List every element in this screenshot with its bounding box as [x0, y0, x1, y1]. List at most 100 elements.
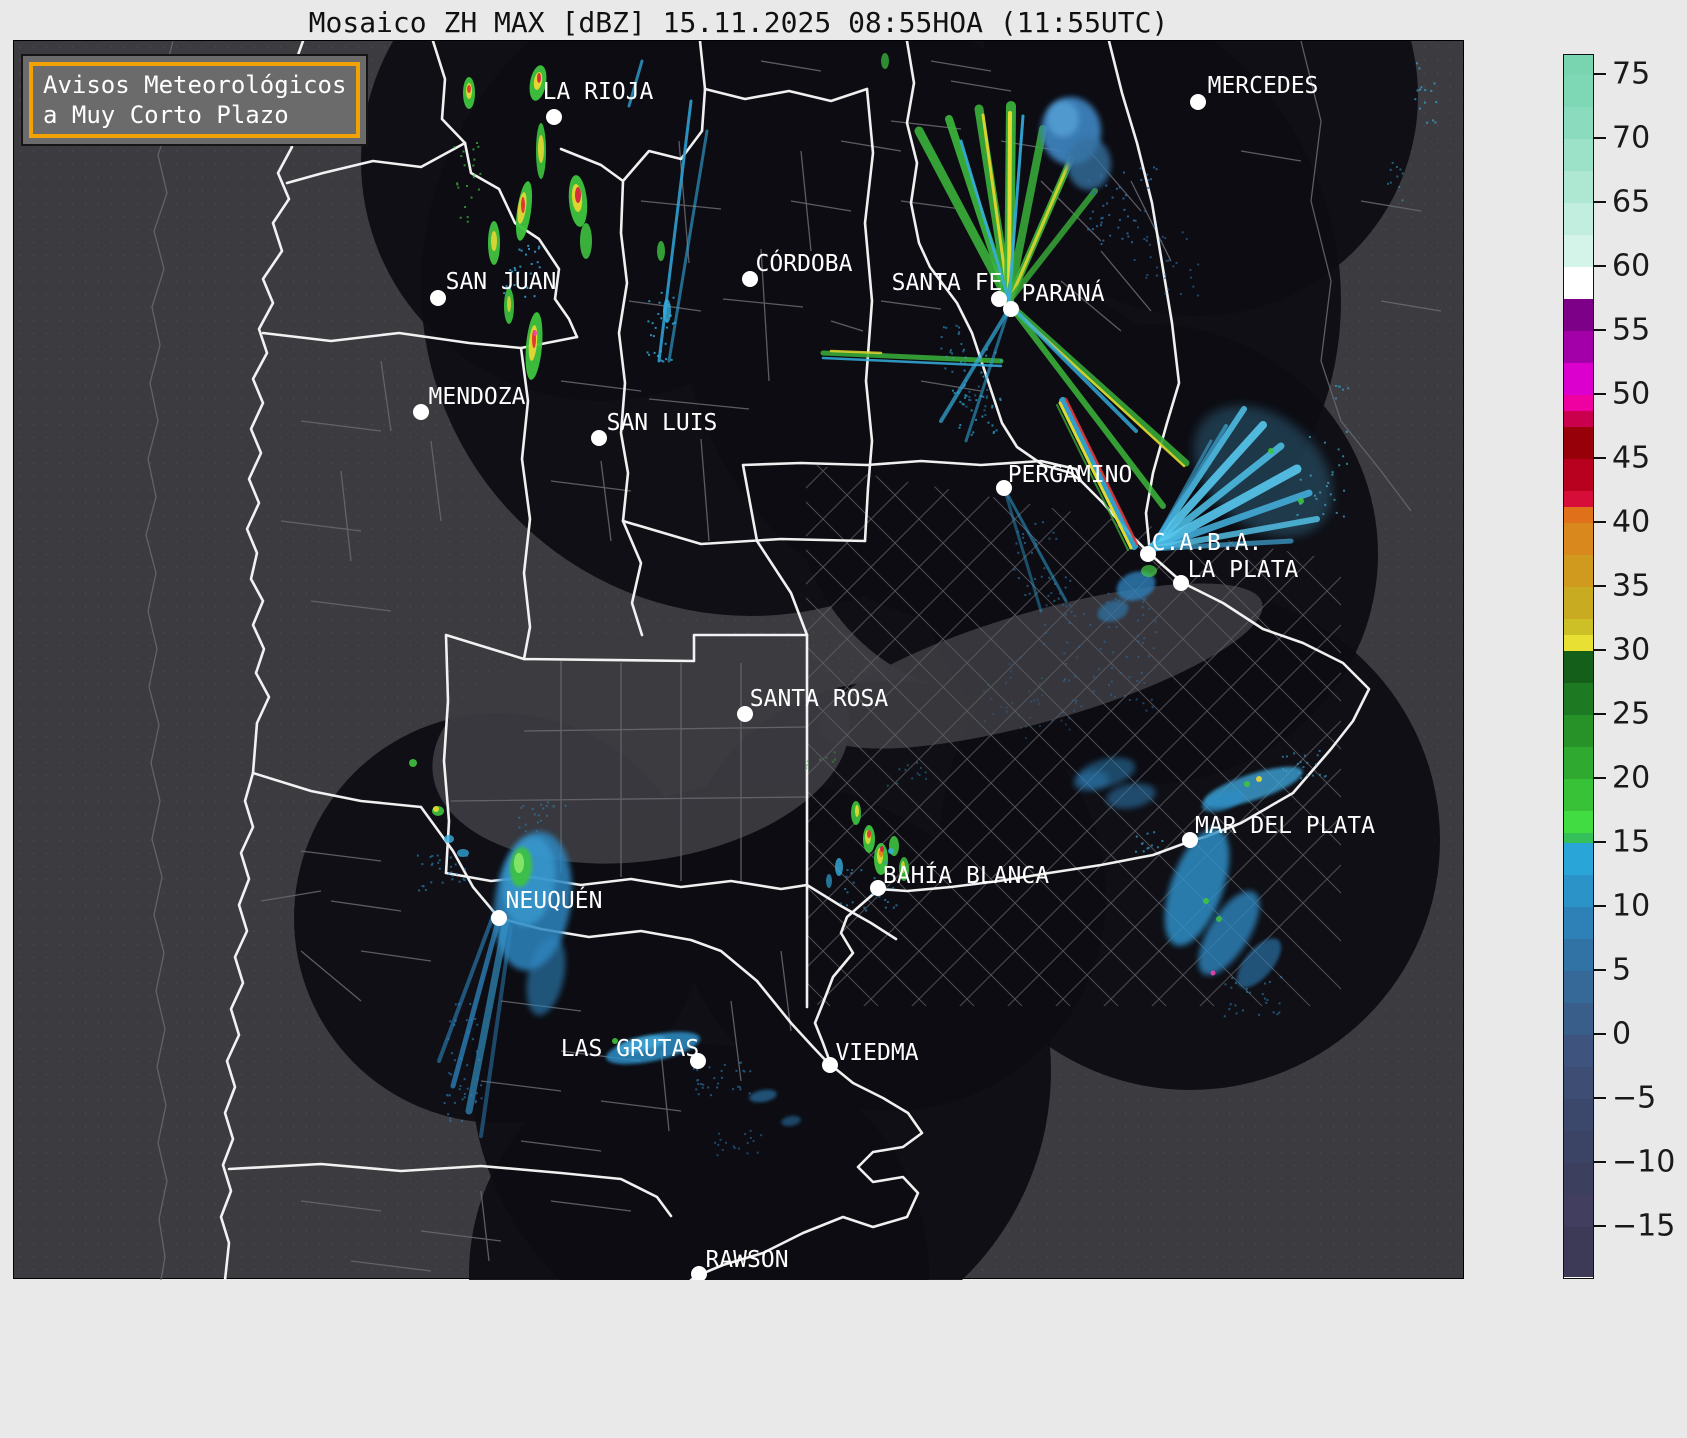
- colorbar-tick-label: 20: [1612, 760, 1651, 796]
- radar-map: LA RIOJA MERCEDES SAN JUAN CÓRDOBA SANTA FE P…: [13, 40, 1464, 1280]
- colorbar-tick-label: 45: [1612, 440, 1651, 476]
- city-label: SAN LUIS: [607, 410, 718, 436]
- radar-echo-cell: [881, 53, 889, 69]
- colorbar-band: [1564, 1131, 1593, 1164]
- colorbar-tick: [1594, 521, 1606, 524]
- radar-echo-cell: [826, 874, 832, 888]
- colorbar-tick: [1594, 73, 1606, 76]
- colorbar-band: [1564, 971, 1593, 1004]
- page-title: Mosaico ZH MAX [dBZ] 15.11.2025 08:55HOA…: [308, 6, 1169, 39]
- city-marker: [1173, 575, 1189, 591]
- colorbar-tick-label: 60: [1612, 248, 1651, 284]
- city-marker: [430, 290, 446, 306]
- radar-echo-cell: [880, 846, 884, 852]
- radar-echo-cell: [491, 231, 497, 251]
- colorbar-tick: [1594, 777, 1606, 780]
- colorbar-tick-label: 15: [1612, 824, 1651, 860]
- radar-echo-cell: [444, 835, 454, 843]
- colorbar-tick-label: 70: [1612, 120, 1651, 156]
- colorbar-band: [1564, 411, 1593, 428]
- colorbar-tick-label: 30: [1612, 632, 1651, 668]
- colorbar-band: [1564, 395, 1593, 412]
- warning-box-inner: Avisos Meteorológicos a Muy Corto Plazo: [29, 62, 361, 138]
- city-label: LA PLATA: [1188, 557, 1299, 583]
- colorbar-tick-label: 35: [1612, 568, 1651, 604]
- city-marker: [546, 109, 562, 125]
- city-label: VIEDMA: [835, 1040, 918, 1066]
- radar-echo-cell: [433, 806, 439, 812]
- colorbar-band: [1564, 459, 1593, 492]
- warning-line-2: a Muy Corto Plazo: [43, 101, 289, 129]
- city-label: C.A.B.A.: [1152, 530, 1263, 556]
- colorbar-tick: [1594, 1097, 1606, 1100]
- city-label: NEUQUÉN: [506, 886, 603, 914]
- colorbar-tick: [1594, 265, 1606, 268]
- radar-echo-cell: [1141, 565, 1157, 577]
- colorbar-band: [1564, 171, 1593, 204]
- radar-echo-cell: [835, 858, 843, 876]
- city-label: LA RIOJA: [543, 79, 654, 105]
- radar-product-page: Mosaico ZH MAX [dBZ] 15.11.2025 08:55HOA…: [0, 0, 1687, 1438]
- colorbar-tick-label: −10: [1612, 1144, 1676, 1180]
- colorbar-tick: [1594, 1161, 1606, 1164]
- radar-echo-cell: [538, 135, 544, 163]
- map-canvas: LA RIOJA MERCEDES SAN JUAN CÓRDOBA SANTA FE P…: [145, 41, 1442, 1280]
- colorbar-band: [1564, 747, 1593, 780]
- warning-box[interactable]: Avisos Meteorológicos a Muy Corto Plazo: [21, 54, 369, 146]
- radar-echo-cell: [409, 759, 417, 767]
- colorbar-tick: [1594, 841, 1606, 844]
- colorbar-band: [1564, 587, 1593, 620]
- city-marker: [591, 430, 607, 446]
- city-label: MAR DEL PLATA: [1195, 813, 1375, 839]
- colorbar: [1563, 54, 1594, 1279]
- colorbar-tick-label: 0: [1612, 1016, 1632, 1052]
- colorbar-band: [1564, 651, 1593, 684]
- colorbar-tick: [1594, 713, 1606, 716]
- radar-echo-cell: [514, 853, 524, 873]
- city-label: CÓRDOBA: [756, 249, 853, 277]
- colorbar-tick-label: 55: [1612, 312, 1651, 348]
- colorbar-tick: [1594, 201, 1606, 204]
- colorbar-tick-label: 40: [1612, 504, 1651, 540]
- colorbar-tick-label: 65: [1612, 184, 1651, 220]
- colorbar-tick: [1594, 393, 1606, 396]
- colorbar-band: [1564, 1195, 1593, 1228]
- colorbar-tick: [1594, 649, 1606, 652]
- colorbar-band: [1564, 427, 1593, 460]
- city-marker: [1003, 301, 1019, 317]
- colorbar-band: [1564, 1163, 1593, 1196]
- warning-line-1: Avisos Meteorológicos: [43, 71, 347, 99]
- city-label: SANTA FE: [892, 270, 1003, 296]
- colorbar-band: [1564, 523, 1593, 556]
- colorbar-band: [1564, 715, 1593, 748]
- colorbar-band: [1564, 55, 1593, 76]
- colorbar-band: [1564, 811, 1593, 834]
- radar-echo-cell: [855, 805, 859, 817]
- colorbar-tick: [1594, 457, 1606, 460]
- colorbar-band: [1564, 1035, 1593, 1068]
- colorbar-band: [1564, 939, 1593, 972]
- city-label: SAN JUAN: [446, 269, 557, 295]
- colorbar-band: [1564, 907, 1593, 940]
- radar-echo-cell: [867, 830, 871, 838]
- colorbar-band: [1564, 491, 1593, 508]
- colorbar-band: [1564, 683, 1593, 716]
- radar-echo-cell: [533, 330, 537, 336]
- colorbar-band: [1564, 267, 1593, 300]
- colorbar-tick: [1594, 329, 1606, 332]
- radar-echo-cell: [1210, 970, 1216, 976]
- colorbar-band: [1564, 875, 1593, 908]
- radar-echo-cell: [1244, 781, 1250, 787]
- colorbar-tick: [1594, 585, 1606, 588]
- radar-echo-cell: [1067, 138, 1111, 190]
- radar-echo-cell: [657, 241, 665, 261]
- colorbar-band: [1564, 299, 1593, 332]
- colorbar-band: [1564, 363, 1593, 396]
- city-label: SANTA ROSA: [750, 686, 889, 712]
- city-marker: [413, 404, 429, 420]
- colorbar-tick-label: 10: [1612, 888, 1651, 924]
- colorbar-tick-label: 25: [1612, 696, 1651, 732]
- radar-echo-cell: [1203, 898, 1209, 904]
- city-label: PARANÁ: [1021, 279, 1104, 307]
- colorbar-band: [1564, 1003, 1593, 1036]
